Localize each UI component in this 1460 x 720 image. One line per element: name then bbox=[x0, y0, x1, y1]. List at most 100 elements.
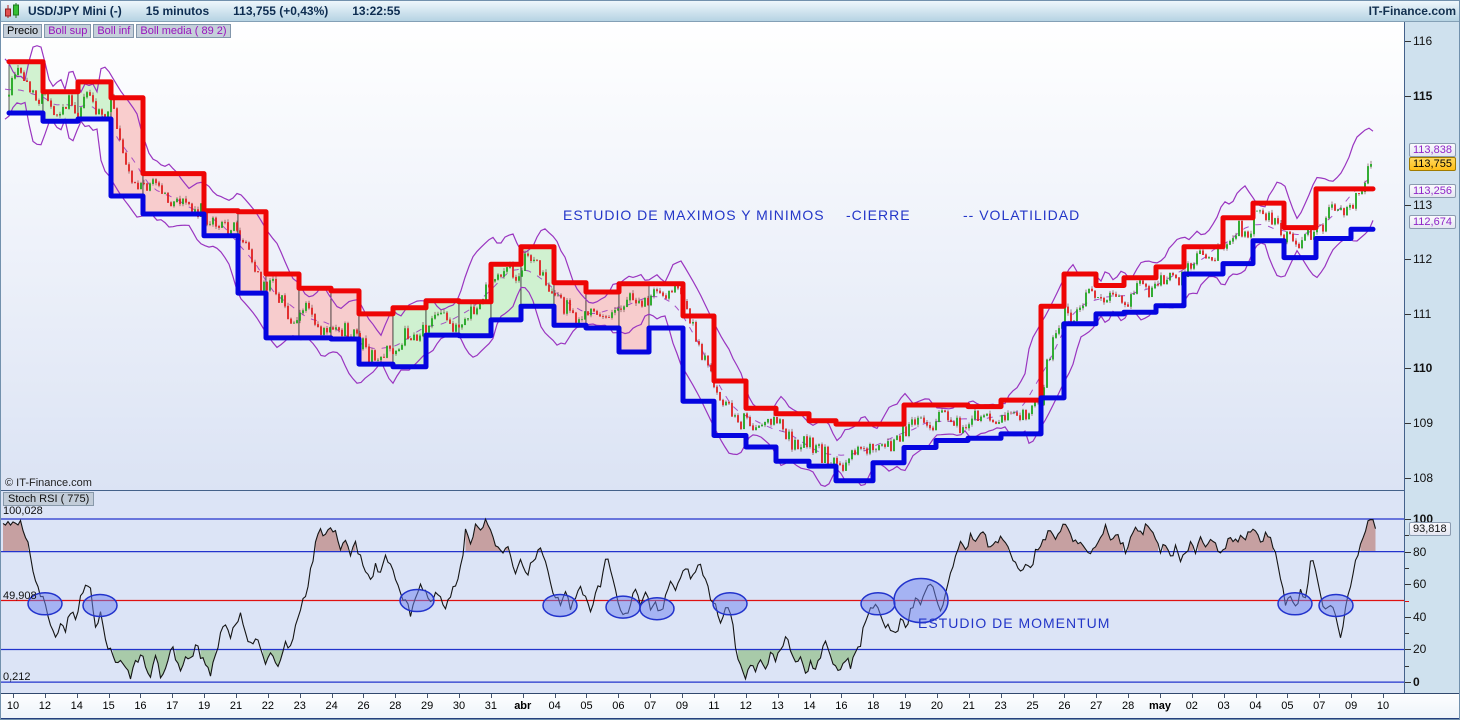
date-tick bbox=[363, 694, 365, 698]
date-label: 06 bbox=[612, 700, 625, 712]
date-label: 21 bbox=[962, 700, 975, 712]
date-tick bbox=[777, 694, 779, 698]
indicator-mid-label: 49,908 bbox=[3, 589, 37, 602]
date-label: 31 bbox=[484, 700, 498, 712]
date-tick bbox=[1223, 694, 1225, 698]
date-tick bbox=[1191, 694, 1193, 698]
price-tick bbox=[1405, 41, 1411, 42]
price-tick bbox=[1405, 95, 1411, 97]
stoch-tick-label: 60 bbox=[1413, 577, 1427, 592]
price-tick bbox=[1405, 313, 1411, 315]
stoch-tick-label: 0 bbox=[1413, 675, 1420, 690]
stoch-tick bbox=[1405, 519, 1411, 520]
price-tick-label: 109 bbox=[1413, 415, 1434, 430]
time-axis[interactable]: 10 12 14 15 16 17 19 21 22 23 24 26 28 29 30 31 abr 04 05 0… bbox=[1, 693, 1459, 718]
date-label: 19 bbox=[898, 700, 912, 712]
symbol-title: USD/JPY Mini (-) bbox=[28, 4, 122, 18]
date-label: 03 bbox=[1217, 700, 1230, 712]
date-tick bbox=[267, 694, 269, 698]
date-tick bbox=[331, 694, 333, 698]
annotation-volatilidad: -- VOLATILIDAD bbox=[963, 207, 1081, 223]
date-tick bbox=[586, 694, 588, 698]
title-bar: USD/JPY Mini (-) 15 minutos 113,755 (+0,… bbox=[1, 1, 1459, 22]
stoch-rsi-chart[interactable] bbox=[1, 491, 1405, 693]
legend-boll-media[interactable]: Boll media ( 89 2) bbox=[136, 24, 231, 38]
date-tick bbox=[172, 694, 174, 698]
price-chart[interactable] bbox=[1, 22, 1405, 491]
date-tick bbox=[1000, 694, 1002, 698]
date-tick bbox=[140, 694, 142, 698]
date-tick bbox=[1287, 694, 1289, 698]
date-label: 09 bbox=[675, 700, 689, 712]
date-tick bbox=[236, 694, 238, 698]
date-label: 12 bbox=[739, 700, 752, 712]
date-tick bbox=[809, 694, 811, 698]
indicator-min-label: 0,212 bbox=[3, 670, 31, 683]
brand-label: IT-Finance.com bbox=[1368, 4, 1456, 18]
date-tick bbox=[968, 694, 970, 698]
stoch-tick bbox=[1405, 616, 1411, 618]
date-tick bbox=[44, 694, 46, 698]
date-tick bbox=[1351, 694, 1353, 698]
date-label: 07 bbox=[644, 700, 657, 712]
date-label: 30 bbox=[452, 700, 466, 712]
price-tick-label: 111 bbox=[1413, 306, 1432, 321]
date-label: 10 bbox=[6, 700, 20, 712]
date-label: 16 bbox=[134, 700, 147, 712]
price-tick-label: 115 bbox=[1413, 88, 1433, 103]
date-label: 22 bbox=[261, 700, 274, 712]
stoch-tick bbox=[1405, 584, 1411, 586]
stoch-tick-label: 40 bbox=[1413, 609, 1427, 624]
indicator-title[interactable]: Stoch RSI ( 775) bbox=[3, 492, 95, 506]
legend-boll-sup[interactable]: Boll sup bbox=[44, 24, 92, 38]
date-label: 18 bbox=[867, 700, 880, 712]
stoch-minor-tick bbox=[1405, 600, 1409, 602]
date-label: 14 bbox=[803, 700, 816, 712]
date-tick bbox=[395, 694, 397, 698]
legend-price[interactable]: Precio bbox=[3, 24, 43, 38]
price-label-current: 113,755 bbox=[1409, 156, 1456, 171]
legend-bar: Precio Boll sup Boll inf Boll media ( 89… bbox=[3, 24, 231, 38]
price-label-low: 112,674 bbox=[1409, 215, 1456, 230]
date-tick bbox=[618, 694, 620, 698]
price-axis[interactable]: 116 115 113 112 111 110 109 108 113,838 113,755 11… bbox=[1405, 22, 1459, 491]
date-tick bbox=[936, 694, 938, 698]
stoch-value-label: 93,818 bbox=[1409, 522, 1451, 537]
legend-boll-inf[interactable]: Boll inf bbox=[93, 24, 135, 38]
date-label: 21 bbox=[229, 700, 243, 712]
date-label: 25 bbox=[1026, 700, 1039, 712]
trading-terminal: USD/JPY Mini (-) 15 minutos 113,755 (+0,… bbox=[0, 0, 1460, 720]
date-tick bbox=[427, 694, 429, 698]
date-tick bbox=[204, 694, 206, 698]
time-label: 13:22:55 bbox=[352, 4, 401, 18]
date-label: 15 bbox=[102, 700, 115, 712]
date-label: 24 bbox=[325, 700, 338, 712]
date-tick bbox=[841, 694, 843, 698]
date-tick bbox=[76, 694, 78, 698]
date-tick bbox=[13, 694, 14, 698]
date-tick bbox=[745, 694, 747, 698]
stoch-tick bbox=[1405, 682, 1411, 684]
price-tick bbox=[1405, 422, 1411, 424]
date-tick bbox=[650, 694, 652, 698]
date-label: abr bbox=[514, 700, 532, 712]
date-label: 04 bbox=[1249, 700, 1262, 712]
price-tick-label: 116 bbox=[1413, 34, 1433, 48]
price-tick-label: 110 bbox=[1413, 361, 1433, 376]
date-tick bbox=[873, 694, 875, 698]
price-label-mid: 113,256 bbox=[1409, 183, 1456, 198]
date-label: 26 bbox=[357, 700, 370, 712]
stoch-tick-label: 80 bbox=[1413, 544, 1427, 559]
date-label: 13 bbox=[771, 700, 784, 712]
date-tick bbox=[459, 694, 461, 698]
stoch-minor-tick bbox=[1405, 567, 1409, 569]
date-label: may bbox=[1148, 700, 1171, 712]
date-tick bbox=[522, 694, 524, 698]
date-tick bbox=[1128, 694, 1130, 698]
annotation-maxmin: ESTUDIO DE MAXIMOS Y MINIMOS bbox=[563, 207, 825, 223]
date-label: 28 bbox=[1121, 700, 1135, 712]
stoch-tick-label: 20 bbox=[1413, 642, 1427, 657]
date-label: 05 bbox=[1281, 700, 1294, 712]
price-tick bbox=[1405, 259, 1411, 261]
date-label: 27 bbox=[1090, 700, 1103, 712]
